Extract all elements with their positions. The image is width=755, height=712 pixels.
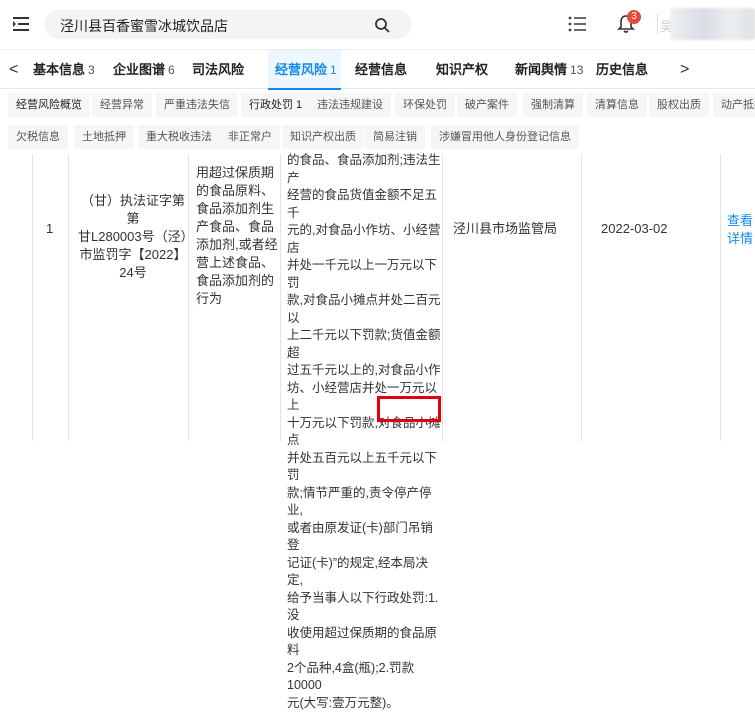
view-details-link[interactable]: 查看 详情	[727, 212, 753, 248]
top-bar: 泾川县百香蜜雪冰城饮品店 3 吴	[0, 0, 755, 48]
tab-next-arrow[interactable]: >	[680, 61, 689, 79]
search-bar[interactable]: 泾川县百香蜜雪冰城饮品店	[44, 10, 412, 39]
chip-bankruptcy[interactable]: 破产案件	[457, 93, 517, 117]
chip-env-penalty[interactable]: 环保处罚	[395, 93, 455, 117]
tab-operating-info[interactable]: 经营信息	[355, 50, 410, 90]
tab-enterprise-graph[interactable]: 企业图谱 6	[113, 50, 175, 90]
chip-chattel-mortgage[interactable]: 动产抵押	[713, 93, 755, 117]
table-divider	[188, 154, 189, 441]
chip-tax-arrears[interactable]: 欠税信息	[8, 125, 68, 149]
chip-equity-pledge[interactable]: 股权出质	[649, 93, 709, 117]
penalty-doc-number: （甘）执法证字第第 甘L280003号（泾） 市监罚字【2022】 24号	[78, 193, 194, 280]
decision-authority: 泾川县市场监管局	[453, 221, 558, 236]
tab-prev-arrow[interactable]: <	[9, 61, 18, 79]
tab-basic-info[interactable]: 基本信息 3	[33, 50, 95, 90]
violation-type: 用超过保质期 的食品原料、 食品添加剂生 产食品、食品 添加剂,或者经 营上述食品、 食品添…	[196, 165, 278, 306]
user-avatar-blurred[interactable]	[670, 8, 755, 40]
menu-icon[interactable]	[12, 15, 30, 33]
search-input[interactable]: 泾川县百香蜜雪冰城饮品店	[60, 16, 228, 36]
chip-illegal-construction[interactable]: 违法违规建设	[309, 93, 391, 117]
tab-operating-risk[interactable]: 经营风险 1	[268, 50, 341, 90]
penalty-content: 的食品、食品添加剂;违法生产 经营的食品货值金额不足五千 元的,对食品小作坊、小经营…	[287, 153, 441, 710]
list-icon[interactable]	[568, 16, 586, 32]
table-divider	[720, 154, 721, 441]
chip-serious-violation[interactable]: 严重违法失信	[156, 93, 238, 117]
tab-intellectual-property[interactable]: 知识产权	[436, 50, 491, 90]
tab-judicial-risk[interactable]: 司法风险	[192, 50, 247, 90]
chip-ip-pledge[interactable]: 知识产权出质	[282, 125, 364, 149]
chip-admin-penalty[interactable]: 行政处罚 1	[241, 93, 311, 117]
notification-badge: 3	[627, 10, 641, 24]
table-divider	[280, 154, 281, 441]
row-index: 1	[46, 221, 54, 236]
highlight-box	[377, 396, 441, 422]
chip-simple-deregistration[interactable]: 简易注销	[365, 125, 425, 149]
divider	[657, 14, 658, 34]
table-divider	[581, 154, 582, 441]
chip-major-tax-violation[interactable]: 重大税收违法	[138, 125, 220, 149]
decision-date: 2022-03-02	[601, 221, 668, 236]
tab-bar: < 基本信息 3 企业图谱 6 司法风险 经营风险 1 经营信息 知识产权 新闻舆情 1…	[0, 49, 755, 90]
chip-abnormal-account[interactable]: 非正常户	[220, 125, 280, 149]
sub-filter-chips: 经营风险概览 经营异常 严重违法失信 行政处罚 1 违法违规建设 环保处罚 破产…	[0, 90, 755, 154]
chip-liquidation-info[interactable]: 清算信息	[587, 93, 647, 117]
chip-land-mortgage[interactable]: 土地抵押	[74, 125, 134, 149]
tab-news[interactable]: 新闻舆情 13	[515, 50, 583, 90]
chip-identity-misuse[interactable]: 涉嫌冒用他人身份登记信息	[431, 125, 579, 149]
chip-abnormal[interactable]: 经营异常	[92, 93, 152, 117]
chip-risk-overview[interactable]: 经营风险概览	[8, 93, 90, 117]
chip-forced-liquidation[interactable]: 强制清算	[523, 93, 583, 117]
table-divider	[68, 154, 69, 441]
table-divider	[32, 154, 33, 441]
search-icon[interactable]	[374, 17, 390, 33]
tab-history[interactable]: 历史信息	[596, 50, 651, 90]
